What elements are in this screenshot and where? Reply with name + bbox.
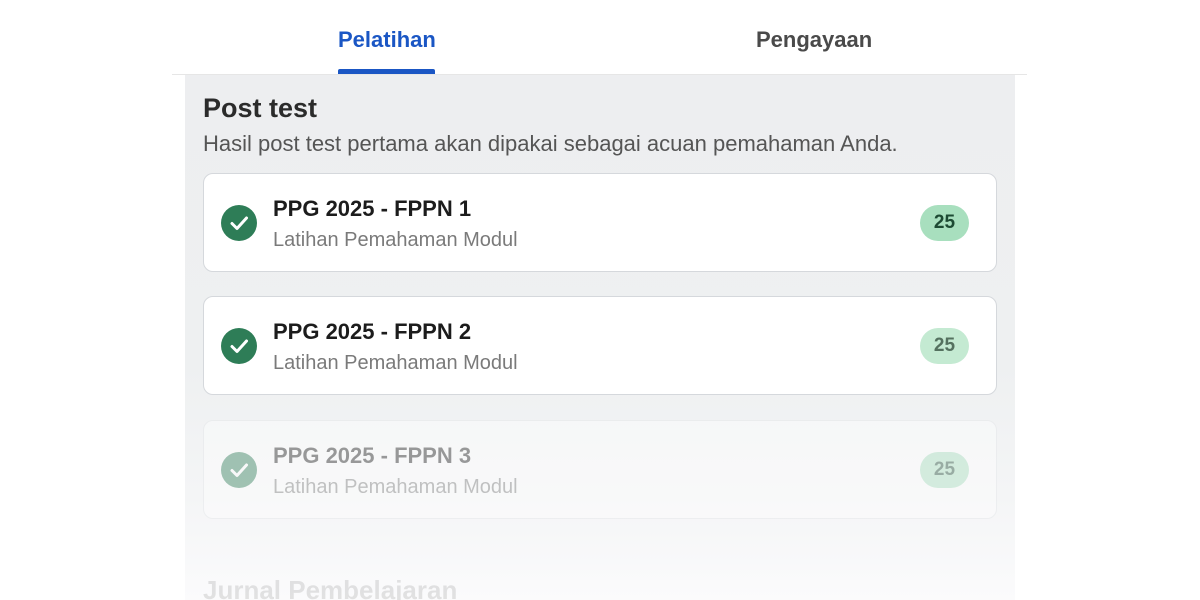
tab-pelatihan[interactable]: Pelatihan [338,0,436,74]
post-test-card[interactable]: PPG 2025 - FPPN 2 Latihan Pemahaman Modu… [203,296,997,395]
tab-bar: Pelatihan Pengayaan [172,0,1027,75]
score-badge: 25 [920,205,969,241]
check-circle-icon [221,452,257,488]
active-tab-indicator [338,69,435,74]
post-test-section: Post test Hasil post test pertama akan d… [185,75,1015,600]
score-badge: 25 [920,452,969,488]
post-test-card[interactable]: PPG 2025 - FPPN 3 Latihan Pemahaman Modu… [203,420,997,519]
tab-pelatihan-label: Pelatihan [338,27,436,52]
tab-pengayaan[interactable]: Pengayaan [756,0,872,74]
check-circle-icon [221,205,257,241]
section-title: Post test [203,93,318,123]
card-title: PPG 2025 - FPPN 1 [273,196,472,221]
post-test-card[interactable]: PPG 2025 - FPPN 1 Latihan Pemahaman Modu… [203,173,997,272]
card-title: PPG 2025 - FPPN 3 [273,443,472,468]
section-description: Hasil post test pertama akan dipakai seb… [203,131,898,156]
check-circle-icon [221,328,257,364]
tab-pengayaan-label: Pengayaan [756,27,873,52]
card-subtitle: Latihan Pemahaman Modul [273,352,518,374]
next-section-title: Jurnal Pembelajaran [203,575,458,600]
score-badge: 25 [920,328,969,364]
card-subtitle: Latihan Pemahaman Modul [273,476,518,498]
card-subtitle: Latihan Pemahaman Modul [273,229,518,251]
page: Pelatihan Pengayaan Post test Hasil post… [0,0,1200,600]
card-title: PPG 2025 - FPPN 2 [273,319,472,344]
